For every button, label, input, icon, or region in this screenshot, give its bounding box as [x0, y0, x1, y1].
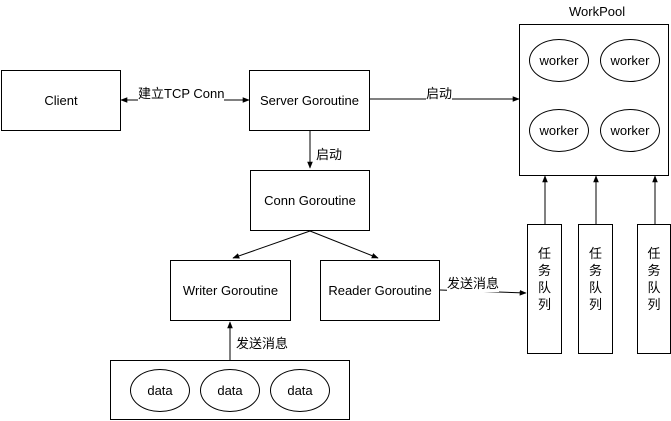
writer-goroutine-node: Writer Goroutine	[170, 260, 291, 321]
task-queue-2: 任 务 队 列	[578, 224, 613, 354]
task-queue-char: 列	[647, 297, 661, 312]
reader-goroutine-node: Reader Goroutine	[320, 260, 440, 321]
writer-goroutine-label: Writer Goroutine	[182, 283, 279, 298]
data-label: data	[287, 383, 313, 398]
task-queue-char: 队	[588, 280, 602, 295]
data-node: data	[130, 369, 190, 412]
worker-node: worker	[529, 39, 589, 82]
worker-label: worker	[610, 123, 650, 138]
task-queue-char: 任	[647, 246, 661, 261]
task-queue-char: 列	[588, 297, 602, 312]
client-label: Client	[44, 93, 78, 108]
task-queue-char: 务	[647, 263, 661, 278]
worker-label: worker	[539, 53, 579, 68]
worker-node: worker	[529, 109, 589, 152]
task-queue-char: 任	[588, 246, 602, 261]
task-queue-char: 队	[647, 280, 661, 295]
task-queue-char: 务	[588, 263, 602, 278]
task-queue-1: 任 务 队 列	[527, 224, 562, 354]
task-queue-char: 列	[537, 297, 551, 312]
task-queue-char: 队	[537, 280, 551, 295]
conn-goroutine-label: Conn Goroutine	[264, 193, 356, 208]
client-node: Client	[1, 70, 121, 131]
edge-label-server-workpool: 启动	[426, 83, 453, 102]
edge-label-server-conn: 启动	[316, 144, 343, 163]
server-goroutine-label: Server Goroutine	[260, 93, 359, 108]
edge-conn-reader	[309, 230, 379, 259]
worker-node: worker	[600, 109, 660, 152]
task-queue-char: 任	[537, 246, 551, 261]
reader-goroutine-label: Reader Goroutine	[328, 283, 432, 298]
worker-node: worker	[600, 39, 660, 82]
data-label: data	[217, 383, 243, 398]
data-label: data	[147, 383, 173, 398]
edge-conn-writer	[232, 230, 311, 259]
server-goroutine-node: Server Goroutine	[249, 70, 370, 131]
edge-label-reader-queue: 发送消息	[447, 273, 500, 292]
edge-label-client-server: 建立TCP Conn	[138, 83, 225, 102]
task-queue-3: 任 务 队 列	[637, 224, 671, 354]
conn-goroutine-node: Conn Goroutine	[250, 170, 370, 231]
worker-label: worker	[610, 53, 650, 68]
task-queue-char: 务	[537, 263, 551, 278]
workpool-title: WorkPool	[569, 4, 626, 19]
worker-label: worker	[539, 123, 579, 138]
data-node: data	[270, 369, 330, 412]
edge-label-data-writer: 发送消息	[236, 333, 289, 352]
data-node: data	[200, 369, 260, 412]
